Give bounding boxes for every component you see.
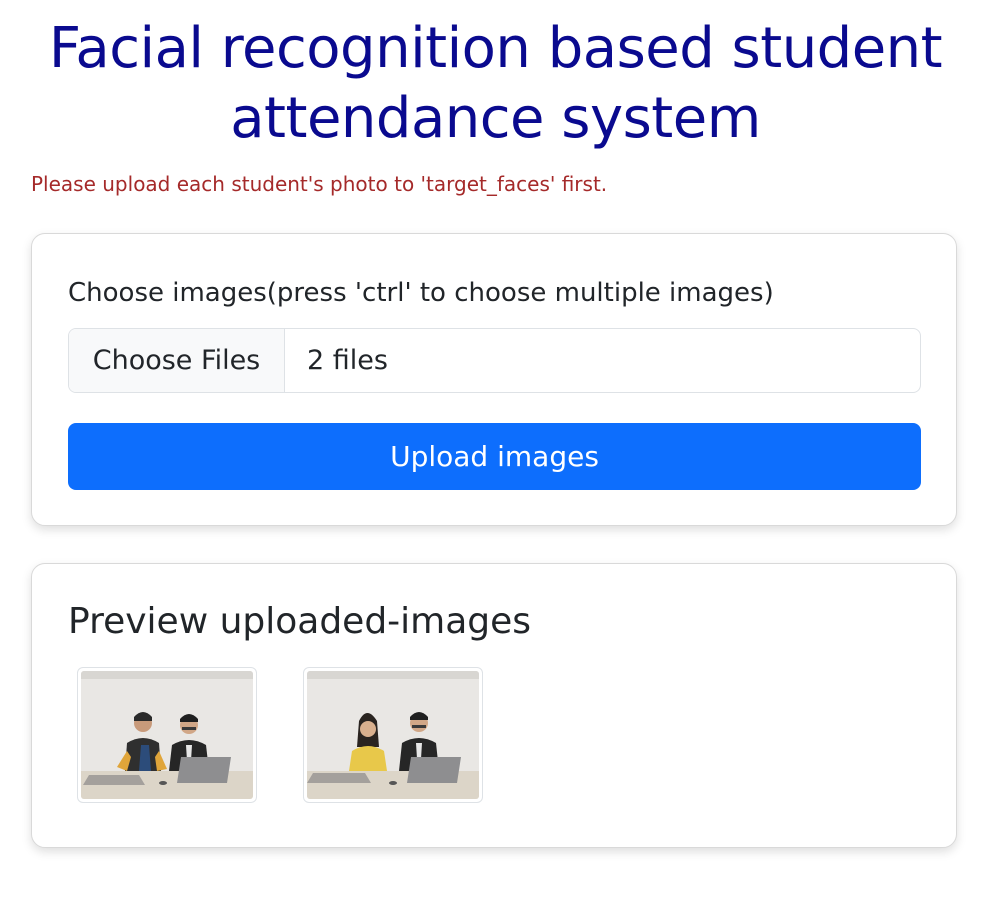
preview-image-1[interactable] — [77, 667, 257, 803]
instruction-notice: Please upload each student's photo to 't… — [31, 172, 608, 196]
preview-title: Preview uploaded-images — [68, 601, 532, 642]
page: Facial recognition based student attenda… — [0, 0, 991, 899]
upload-card: Choose images(press 'ctrl' to choose mul… — [31, 233, 957, 526]
photo-image — [81, 671, 253, 799]
preview-card: Preview uploaded-images — [31, 563, 957, 848]
file-status-text: 2 files — [307, 345, 388, 376]
page-title: Facial recognition based student attenda… — [48, 16, 943, 151]
photo-image — [307, 671, 479, 799]
preview-image-2[interactable] — [303, 667, 483, 803]
upload-images-button[interactable]: Upload images — [68, 423, 921, 490]
choose-files-button[interactable]: Choose Files — [69, 329, 285, 392]
file-input-label: Choose images(press 'ctrl' to choose mul… — [68, 278, 774, 308]
file-input[interactable]: Choose Files 2 files — [68, 328, 921, 393]
